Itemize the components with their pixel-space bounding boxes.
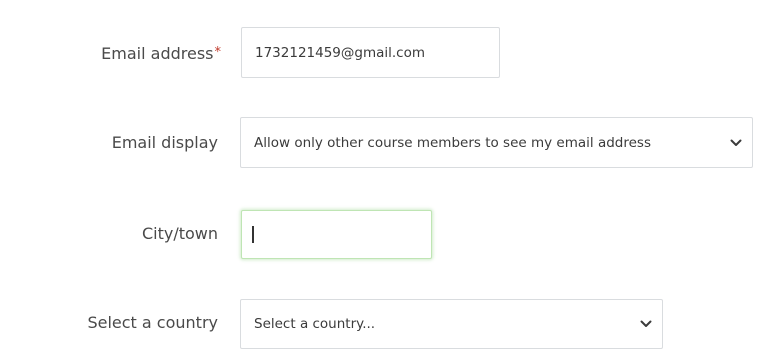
country-selected: Select a country...	[254, 316, 376, 332]
profile-form: Email address* 1732121459@gmail.com Emai…	[0, 0, 772, 358]
required-marker: *	[214, 45, 222, 60]
country-label: Select a country	[87, 313, 218, 332]
email-display-selected: Allow only other course members to see m…	[254, 134, 651, 151]
city-input[interactable]	[241, 210, 432, 259]
email-value: 1732121459@gmail.com	[255, 44, 426, 61]
city-label: City/town	[141, 224, 218, 243]
email-field[interactable]: 1732121459@gmail.com	[241, 27, 500, 78]
email-display-select[interactable]: Allow only other course members to see m…	[240, 117, 753, 168]
chevron-down-icon	[640, 320, 652, 327]
email-display-label: Email display	[111, 133, 218, 152]
country-select[interactable]: Select a country...	[240, 299, 663, 349]
email-label: Email address*	[101, 44, 221, 63]
email-label-text: Email address	[101, 44, 214, 63]
chevron-down-icon	[730, 139, 742, 146]
text-cursor	[252, 226, 254, 243]
